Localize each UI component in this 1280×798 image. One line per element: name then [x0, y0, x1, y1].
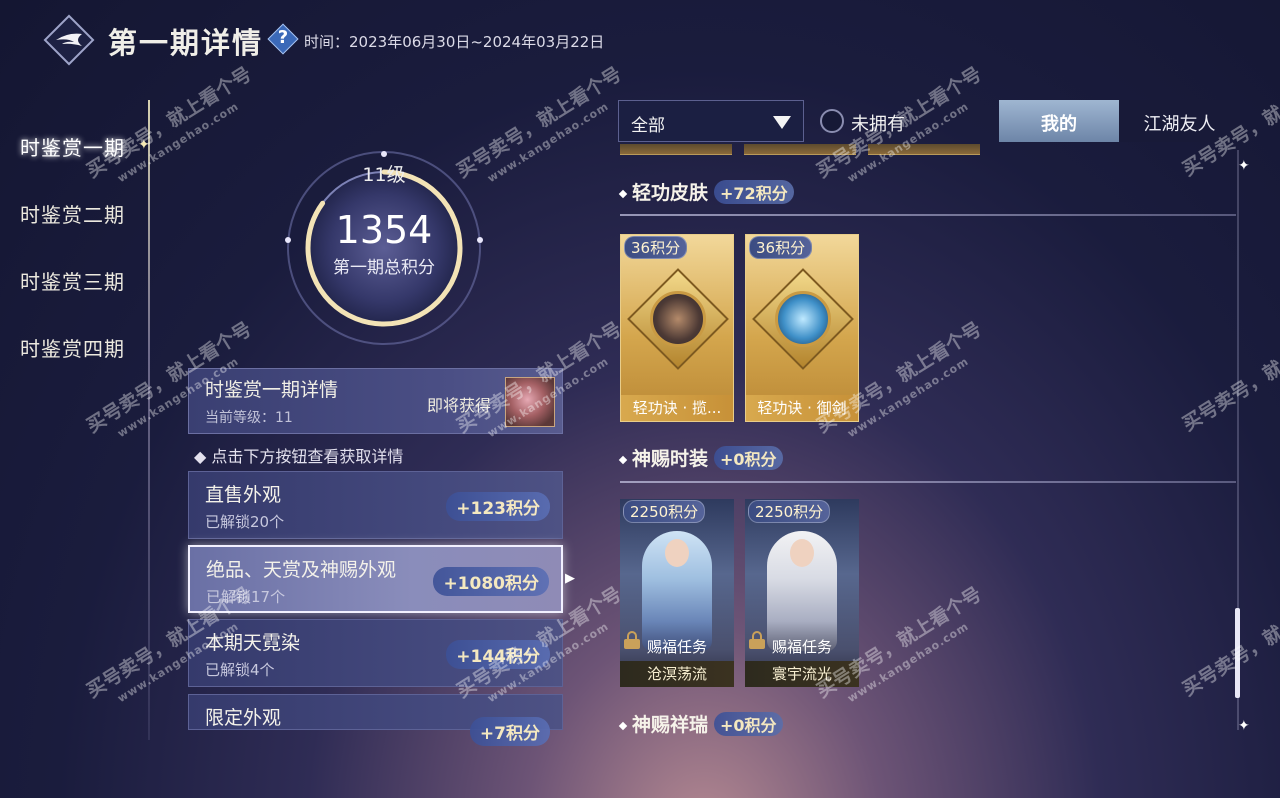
- section-name: 轻功皮肤: [632, 182, 709, 204]
- section-title-divine-auspicious: 神赐祥瑞 +0积分: [618, 710, 783, 737]
- time-label: 时间：: [304, 33, 350, 51]
- help-button[interactable]: ?: [267, 23, 299, 55]
- section-title-lightness-skins: 轻功皮肤 +72积分: [618, 178, 794, 205]
- category-points-badge: +144积分: [446, 640, 550, 669]
- card-name: 沧溟荡流: [620, 661, 734, 687]
- tab-friends[interactable]: 江湖友人: [1119, 100, 1240, 142]
- skin-card[interactable]: 36积分 轻功诀 · 揽...: [620, 234, 734, 422]
- skin-emblem-icon: [627, 268, 729, 370]
- time-value: 2023年06月30日~2024年03月22日: [349, 33, 605, 51]
- outfit-card[interactable]: 2250积分 赐福任务 沧溟荡流: [620, 499, 734, 687]
- period-detail-banner[interactable]: 时鉴赏一期详情 当前等级：11 即将获得: [188, 368, 563, 434]
- nav-item-period-3[interactable]: 时鉴赏三期: [20, 266, 125, 295]
- outfit-figure: [767, 531, 837, 651]
- nav-item-period-4[interactable]: 时鉴赏四期: [20, 333, 125, 362]
- total-score: 1354: [335, 208, 433, 252]
- section-points: +0积分: [714, 712, 783, 736]
- level-label: 11级: [362, 164, 406, 186]
- watermark-text: 买号卖号，就上看个号: [82, 62, 256, 183]
- page-title: 第一期详情: [108, 26, 264, 60]
- outfit-figure: [642, 531, 712, 651]
- detail-title: 时鉴赏一期详情: [205, 379, 339, 401]
- card-task: 赐福任务: [771, 638, 832, 656]
- section-divider: [620, 214, 1236, 216]
- card-task: 赐福任务: [646, 638, 707, 656]
- section-bullet-icon: [618, 455, 628, 464]
- category-points-badge: +123积分: [446, 492, 550, 521]
- category-unlocked: 已解锁17个: [206, 588, 286, 606]
- selected-category-arrow-icon: ▶: [565, 571, 575, 586]
- reward-thumbnail[interactable]: [505, 377, 555, 427]
- watermark-site: www.kangehao.com: [485, 99, 612, 186]
- category-title: 直售外观: [205, 484, 282, 506]
- watermark: 买号卖号，就上看个号: [1179, 316, 1280, 435]
- unowned-radio[interactable]: [820, 109, 844, 133]
- category-dye[interactable]: 本期天霓染 已解锁4个 +144积分: [188, 619, 563, 687]
- card-name: 寰宇流光: [745, 661, 859, 687]
- watermark-site: www.kangehao.com: [845, 354, 972, 441]
- nav-item-period-2[interactable]: 时鉴赏二期: [20, 199, 125, 228]
- section-name: 神赐时装: [632, 448, 709, 470]
- total-score-label: 第一期总积分: [333, 258, 435, 278]
- skin-card[interactable]: 36积分 轻功诀 · 御剑: [745, 234, 859, 422]
- category-premium-outfits[interactable]: 绝品、天赏及神赐外观 已解锁17个 +1080积分: [188, 545, 563, 613]
- tab-mine[interactable]: 我的: [999, 100, 1119, 142]
- category-unlocked: 已解锁4个: [205, 661, 275, 679]
- sparkle-icon: ✦: [1238, 158, 1250, 174]
- card-points: 2250积分: [748, 500, 831, 523]
- back-button[interactable]: [43, 14, 95, 66]
- help-label: ?: [277, 27, 289, 48]
- card-name: 轻功诀 · 揽...: [621, 395, 733, 421]
- scrollbar-thumb[interactable]: [1235, 608, 1240, 698]
- cutoff-card-row: [620, 144, 980, 155]
- skin-emblem-icon: [752, 268, 854, 370]
- section-title-divine-outfits: 神赐时装 +0积分: [618, 444, 783, 471]
- section-points: +0积分: [714, 446, 783, 470]
- card-points: 36积分: [749, 236, 813, 259]
- section-name: 神赐祥瑞: [632, 714, 709, 736]
- unowned-label[interactable]: 未拥有: [851, 110, 905, 136]
- watermark-text: 买号卖号，就上看个号: [1178, 316, 1280, 436]
- filter-dropdown[interactable]: 全部: [618, 100, 804, 142]
- dropdown-arrow-icon: [773, 116, 791, 129]
- category-points-badge: +7积分: [469, 717, 550, 746]
- current-level: 当前等级：11: [205, 410, 293, 426]
- nav-active-indicator-icon: ✦: [138, 137, 150, 153]
- category-title: 绝品、天赏及神赐外观: [206, 559, 397, 581]
- category-title: 本期天霓染: [205, 632, 301, 654]
- section-divider: [620, 481, 1236, 483]
- nav-item-period-1[interactable]: 时鉴赏一期: [20, 132, 125, 161]
- hint-text: ◆ 点击下方按钮查看获取详情: [194, 447, 404, 466]
- section-bullet-icon: [618, 189, 628, 198]
- watermark: 买号卖号，就上看个号: [1179, 581, 1280, 700]
- watermark-site: www.kangehao.com: [115, 99, 242, 186]
- category-limited[interactable]: 限定外观 +7积分: [188, 694, 563, 746]
- watermark: 买号卖号，就上看个号 www.kangehao.com: [813, 63, 997, 201]
- section-bullet-icon: [618, 721, 628, 730]
- filter-selected: 全部: [631, 116, 665, 136]
- back-arrow-icon: [56, 33, 82, 46]
- outfit-card[interactable]: 2250积分 赐福任务 寰宇流光: [745, 499, 859, 687]
- card-name: 轻功诀 · 御剑: [746, 395, 858, 421]
- sparkle-icon: ✦: [1238, 718, 1250, 734]
- coming-reward-label: 即将获得: [427, 396, 492, 415]
- nav-divider: [148, 100, 150, 740]
- card-points: 2250积分: [623, 500, 706, 523]
- category-title: 限定外观: [205, 707, 282, 729]
- hint-label: 点击下方按钮查看获取详情: [211, 447, 404, 466]
- watermark-text: 买号卖号，就上看个号: [1178, 581, 1280, 701]
- category-direct-sale[interactable]: 直售外观 已解锁20个 +123积分: [188, 471, 563, 539]
- time-range: 时间：2023年06月30日~2024年03月22日: [304, 31, 604, 52]
- category-unlocked: 已解锁20个: [205, 513, 285, 531]
- category-points-badge: +1080积分: [433, 567, 549, 596]
- watermark-site: www.kangehao.com: [845, 619, 972, 706]
- card-points: 36积分: [624, 236, 688, 259]
- section-points: +72积分: [714, 180, 794, 204]
